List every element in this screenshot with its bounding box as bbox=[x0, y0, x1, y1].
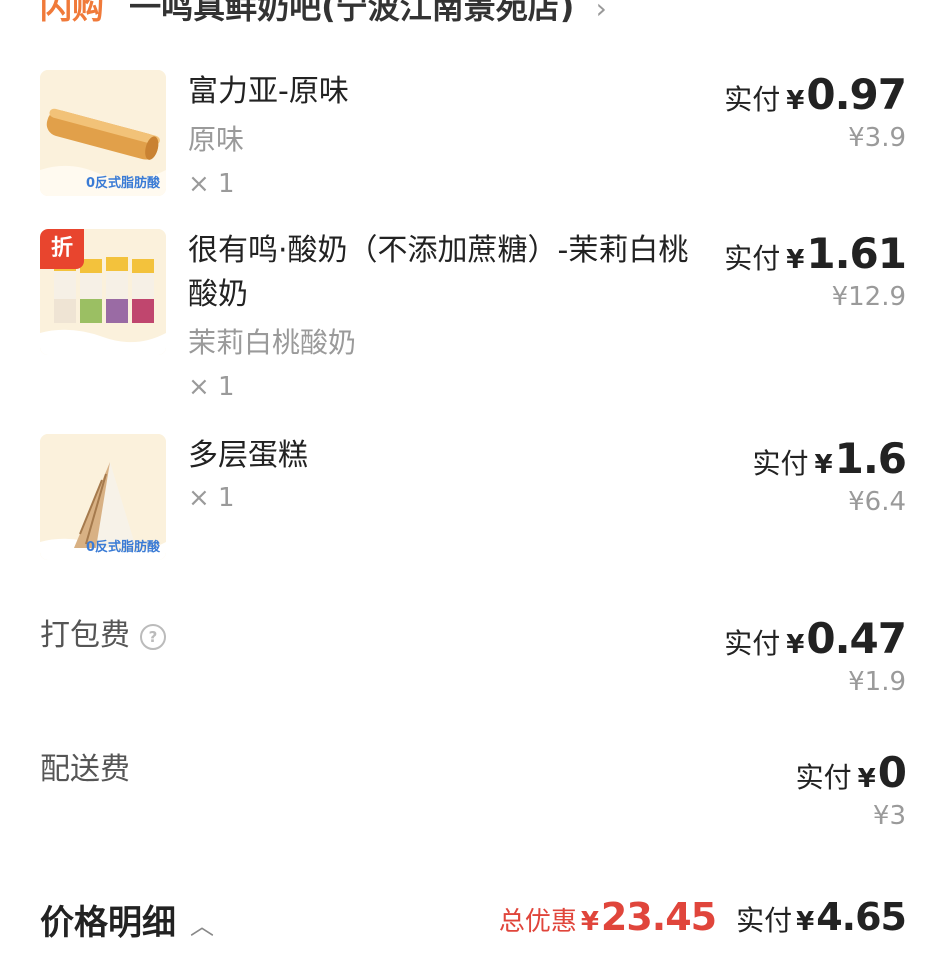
paid-label: 实付 bbox=[724, 627, 781, 660]
currency-symbol: ¥ bbox=[857, 764, 876, 794]
original-price: ¥12.9 bbox=[831, 282, 906, 312]
product-image: 0反式脂肪酸 bbox=[40, 70, 166, 196]
price-detail-label: 价格明细 bbox=[40, 903, 176, 943]
chevron-right-icon: › bbox=[595, 0, 607, 25]
item-name: 很有鸣·酸奶（不添加蔗糖）-茉莉白桃酸奶 bbox=[188, 233, 689, 312]
paid-label: 实付 bbox=[752, 447, 809, 480]
item-name: 多层蛋糕 bbox=[188, 438, 308, 473]
chevron-up-icon: ︿ bbox=[190, 912, 214, 940]
paid-label: 实付 bbox=[795, 761, 852, 794]
paid-label: 实付 bbox=[724, 242, 781, 275]
totals: 总优惠 ¥23.45 实付 ¥4.65 bbox=[498, 895, 907, 939]
original-price: ¥6.4 bbox=[848, 487, 906, 517]
paid-price: 实付 ¥0 bbox=[795, 748, 907, 797]
item-quantity: × 1 bbox=[188, 483, 235, 513]
delivery-fee-row: 配送费 实付 ¥0 ¥3 bbox=[40, 748, 907, 838]
total-discount-amount: 23.45 bbox=[600, 895, 717, 939]
paid-label: 实付 bbox=[724, 83, 781, 116]
original-price: ¥1.9 bbox=[848, 667, 906, 697]
paid-price: 实付 ¥0.97 bbox=[724, 70, 907, 119]
order-item[interactable]: 0反式脂肪酸 多层蛋糕 × 1 实付 ¥1.6 ¥6.4 bbox=[40, 434, 907, 564]
brand-label: 闪购 bbox=[40, 0, 105, 26]
paid-amount: 0.97 bbox=[806, 70, 907, 119]
question-circle-icon[interactable]: ? bbox=[140, 623, 166, 650]
fee-label: 打包费 bbox=[40, 618, 130, 653]
price-block: 实付 ¥1.61 ¥12.9 bbox=[724, 229, 907, 312]
paid-price: 实付 ¥1.6 bbox=[752, 434, 907, 483]
fee-label: 配送费 bbox=[40, 752, 130, 787]
price-block: 实付 ¥0.97 ¥3.9 bbox=[724, 70, 907, 153]
total-discount-label: 总优惠 bbox=[498, 907, 577, 937]
total-paid-amount: 4.65 bbox=[816, 895, 907, 939]
store-header[interactable]: 闪购 一鸣真鲜奶吧(宁波江南景苑店) › bbox=[40, 0, 607, 26]
currency-symbol: ¥ bbox=[786, 245, 805, 275]
currency-symbol: ¥ bbox=[580, 907, 599, 937]
price-summary: 价格明细 ︿ 总优惠 ¥23.45 实付 ¥4.65 bbox=[40, 895, 907, 951]
item-name: 富力亚-原味 bbox=[188, 74, 349, 109]
paid-amount: 0 bbox=[877, 748, 907, 797]
product-image: 折 bbox=[40, 229, 166, 355]
currency-symbol: ¥ bbox=[814, 450, 833, 480]
price-block: 实付 ¥0 ¥3 bbox=[795, 748, 907, 831]
total-paid-label: 实付 bbox=[736, 904, 793, 937]
original-price: ¥3 bbox=[872, 801, 906, 831]
currency-symbol: ¥ bbox=[786, 86, 805, 116]
original-price: ¥3.9 bbox=[848, 123, 906, 153]
price-block: 实付 ¥1.6 ¥6.4 bbox=[752, 434, 907, 517]
item-quantity: × 1 bbox=[188, 372, 235, 402]
packaging-fee-row: 打包费? 实付 ¥0.47 ¥1.9 bbox=[40, 614, 907, 704]
paid-price: 实付 ¥1.61 bbox=[724, 229, 907, 278]
paid-price: 实付 ¥0.47 bbox=[724, 614, 907, 663]
item-spec: 茉莉白桃酸奶 bbox=[188, 326, 357, 359]
order-item[interactable]: 折 很有鸣·酸奶（不添加蔗糖）-茉莉白桃酸奶 茉莉白桃酸奶 × 1 实付 ¥1.6… bbox=[40, 229, 907, 409]
currency-symbol: ¥ bbox=[796, 907, 815, 937]
currency-symbol: ¥ bbox=[786, 630, 805, 660]
order-item[interactable]: 0反式脂肪酸 富力亚-原味 原味 × 1 实付 ¥0.97 ¥3.9 bbox=[40, 70, 907, 200]
price-block: 实付 ¥0.47 ¥1.9 bbox=[724, 614, 907, 697]
price-detail-toggle[interactable]: 价格明细 ︿ bbox=[40, 895, 214, 944]
store-name: 一鸣真鲜奶吧(宁波江南景苑店) bbox=[129, 0, 575, 26]
paid-amount: 0.47 bbox=[806, 614, 907, 663]
paid-amount: 1.61 bbox=[806, 229, 907, 278]
paid-amount: 1.6 bbox=[834, 434, 907, 483]
product-image: 0反式脂肪酸 bbox=[40, 434, 166, 560]
discount-badge: 折 bbox=[40, 229, 84, 269]
item-spec: 原味 bbox=[188, 123, 245, 156]
trans-fat-free-badge: 0反式脂肪酸 bbox=[85, 176, 160, 191]
item-quantity: × 1 bbox=[188, 169, 235, 199]
trans-fat-free-badge: 0反式脂肪酸 bbox=[85, 540, 160, 555]
